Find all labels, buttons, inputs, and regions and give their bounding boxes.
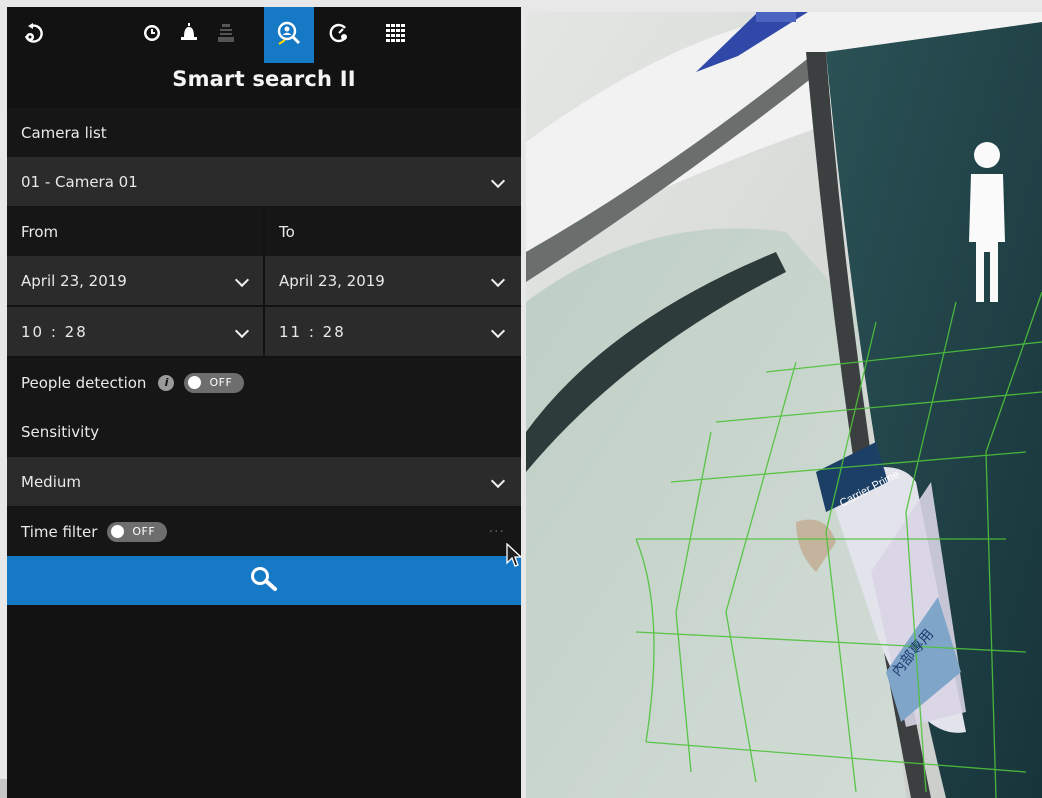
- mouse-cursor: [506, 542, 523, 573]
- camera-select-value: 01 - Camera 01: [21, 172, 138, 191]
- to-date-select[interactable]: April 23, 2019: [265, 256, 521, 305]
- time-filter-label: Time filter: [21, 522, 98, 541]
- chevron-down-icon: [234, 272, 250, 287]
- more-options-button[interactable]: ···: [489, 524, 505, 540]
- from-date-select[interactable]: April 23, 2019: [7, 256, 263, 305]
- camera-video-view[interactable]: Carrier Prime 內部專用: [526, 12, 1042, 798]
- chevron-down-icon: [490, 173, 506, 188]
- from-time-value: 10 : 28: [21, 322, 88, 341]
- back-button[interactable]: [11, 7, 57, 63]
- to-label: To: [265, 207, 521, 256]
- camera-frame-image: Carrier Prime 內部專用: [526, 12, 1042, 798]
- sensitivity-label: Sensitivity: [7, 407, 521, 456]
- smart-search-icon: [276, 20, 302, 50]
- from-time-select[interactable]: 10 : 28: [7, 307, 263, 356]
- people-detection-label: People detection: [21, 373, 147, 392]
- chevron-down-icon: [490, 473, 506, 488]
- people-detection-toggle[interactable]: OFF: [184, 372, 245, 393]
- window-edge: [0, 779, 7, 798]
- top-toolbar: [7, 7, 521, 63]
- toggle-state: OFF: [132, 525, 156, 538]
- camera-select[interactable]: 01 - Camera 01: [7, 157, 521, 206]
- search-button[interactable]: [7, 556, 521, 605]
- grid-icon: [386, 24, 406, 46]
- toggle-state: OFF: [209, 376, 233, 389]
- camera-list-label: Camera list: [7, 108, 521, 157]
- from-label: From: [7, 207, 263, 256]
- time-filter-row: Time filter OFF ···: [7, 507, 521, 556]
- search-icon: [249, 565, 279, 597]
- from-date-value: April 23, 2019: [21, 271, 127, 290]
- chevron-down-icon: [490, 272, 506, 287]
- time-filter-toggle[interactable]: OFF: [107, 521, 168, 542]
- chevron-down-icon: [234, 323, 250, 338]
- to-date-value: April 23, 2019: [279, 271, 385, 290]
- sensitivity-value: Medium: [21, 472, 81, 491]
- toggle-knob: [111, 525, 125, 538]
- toggle-knob: [188, 376, 202, 389]
- layout-button[interactable]: [373, 7, 419, 63]
- dashboard-button[interactable]: [316, 7, 362, 63]
- smart-search-panel: Smart search II Camera list 01 - Camera …: [7, 7, 521, 798]
- speedometer-icon: [328, 22, 350, 48]
- sensitivity-select[interactable]: Medium: [7, 457, 521, 506]
- info-icon[interactable]: i: [158, 374, 175, 391]
- chevron-down-icon: [490, 323, 506, 338]
- to-time-value: 11 : 28: [279, 322, 346, 341]
- people-detection-row: People detection i OFF: [7, 358, 521, 407]
- back-icon: [22, 22, 46, 48]
- smart-search-button[interactable]: [264, 7, 314, 63]
- monitor-icon: [217, 22, 235, 48]
- to-time-select[interactable]: 11 : 28: [265, 307, 521, 356]
- page-title: Smart search II: [172, 67, 356, 91]
- bell-icon: [180, 22, 198, 48]
- device-button[interactable]: [203, 7, 249, 63]
- clock-icon: [142, 23, 162, 47]
